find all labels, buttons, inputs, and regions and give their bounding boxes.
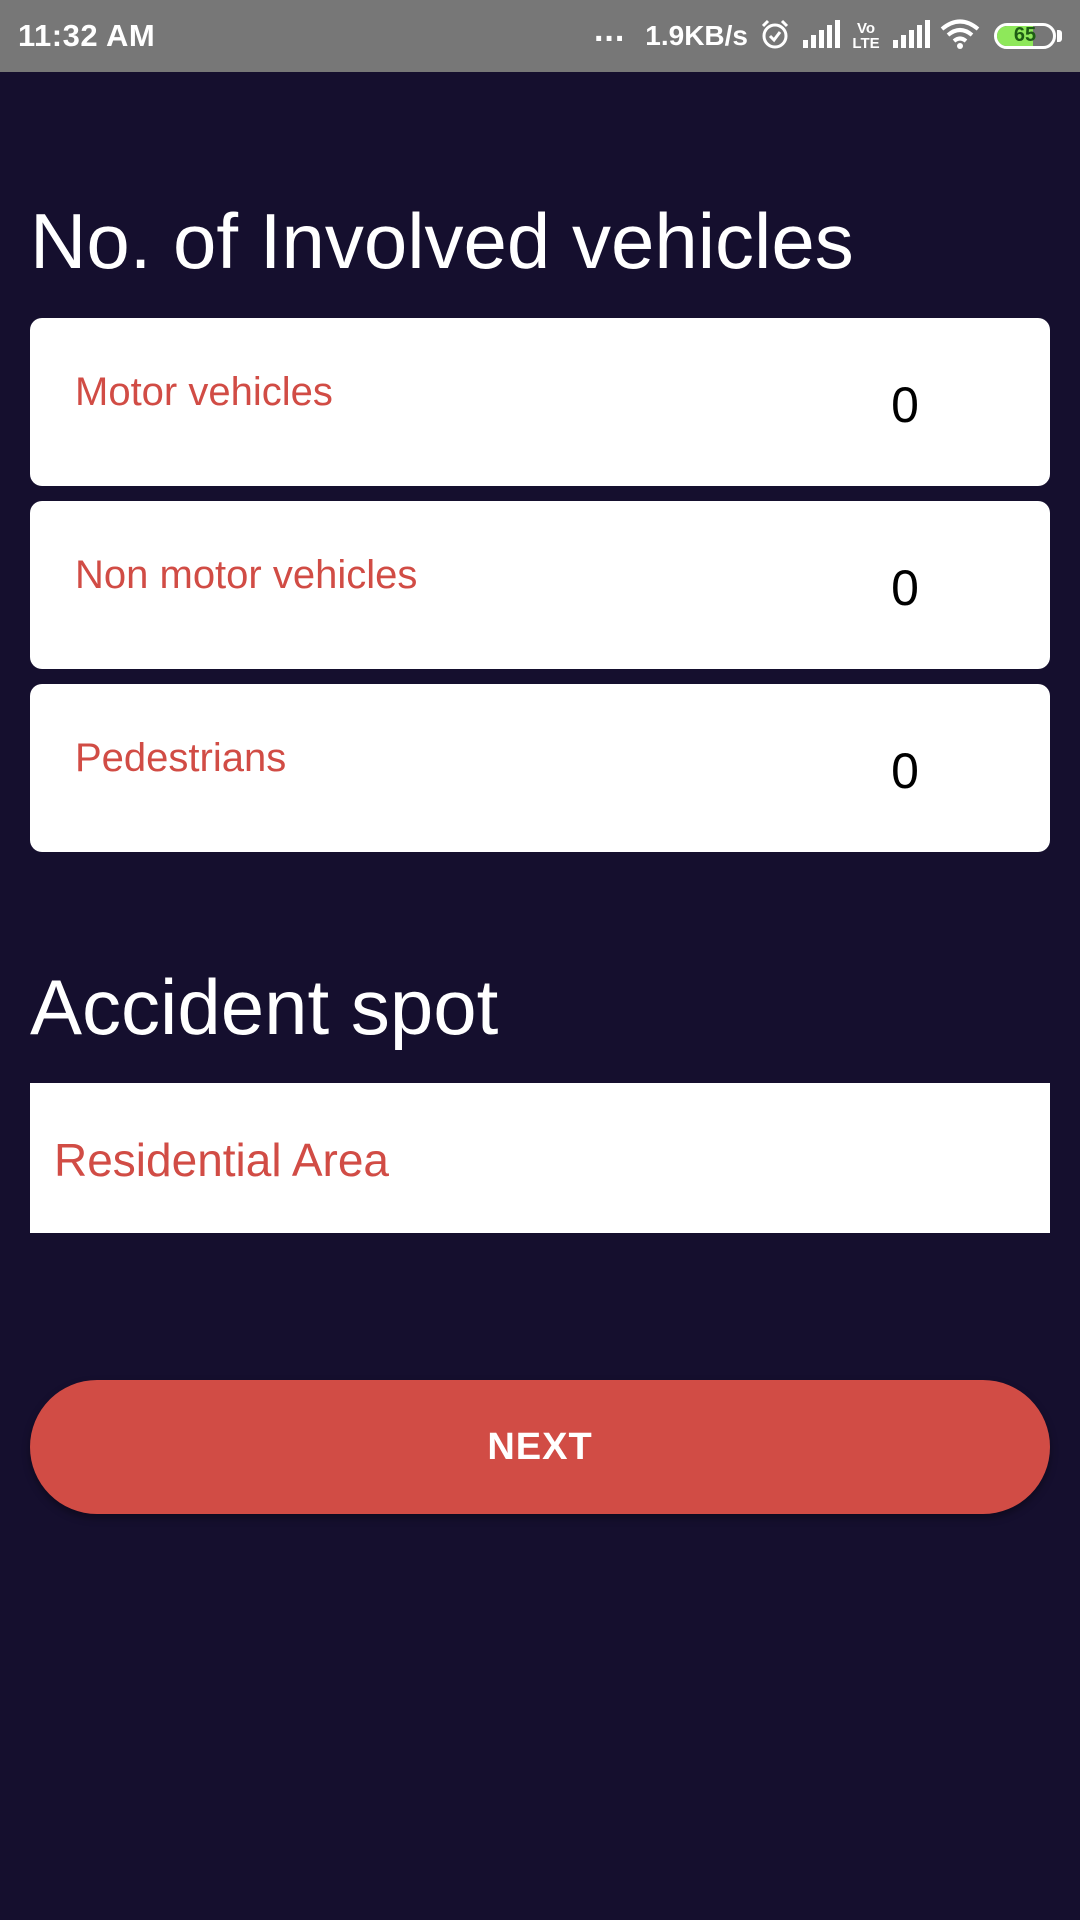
vehicles-section-title: No. of Involved vehicles: [30, 197, 854, 285]
volte-icon: Vo LTE: [852, 20, 880, 52]
non-motor-vehicles-card: Non motor vehicles 0: [30, 501, 1050, 669]
status-bar: 11:32 AM ... 1.9KB/s Vo LTE 65: [0, 0, 1080, 72]
accident-spot-dropdown[interactable]: Residential Area: [30, 1083, 1050, 1233]
alarm-icon: [758, 17, 792, 56]
battery-nub: [1057, 30, 1062, 42]
non-motor-vehicles-label: Non motor vehicles: [75, 553, 418, 597]
signal-icon: [802, 19, 840, 53]
battery-icon: 65: [994, 23, 1056, 49]
motor-vehicles-card: Motor vehicles 0: [30, 318, 1050, 486]
next-button[interactable]: NEXT: [30, 1380, 1050, 1514]
battery-level: 65: [1013, 24, 1037, 46]
non-motor-vehicles-count-input[interactable]: 0: [875, 559, 935, 617]
signal-icon: [892, 19, 930, 53]
status-time: 11:32 AM: [18, 18, 156, 53]
accident-spot-section-title: Accident spot: [30, 963, 499, 1051]
status-icons: ... 1.9KB/s Vo LTE 65: [594, 11, 1062, 56]
pedestrians-label: Pedestrians: [75, 736, 287, 780]
wifi-icon: [940, 18, 980, 55]
pedestrians-count-input[interactable]: 0: [875, 742, 935, 800]
accident-spot-selected-value: Residential Area: [54, 1134, 389, 1186]
network-speed: 1.9KB/s: [645, 20, 748, 51]
more-notifications-icon: ...: [593, 10, 626, 49]
pedestrians-card: Pedestrians 0: [30, 684, 1050, 852]
motor-vehicles-count-input[interactable]: 0: [875, 376, 935, 434]
motor-vehicles-label: Motor vehicles: [75, 370, 333, 414]
